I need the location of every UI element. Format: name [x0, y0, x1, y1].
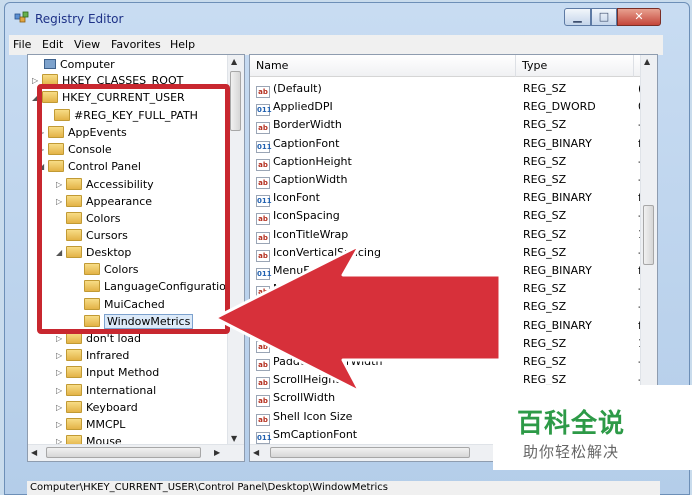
watermark-logo: 百科全说 助你轻松解决: [493, 385, 692, 470]
watermark-title: 百科全说: [517, 409, 626, 439]
watermark-subtitle: 助你轻松解决: [523, 443, 620, 461]
